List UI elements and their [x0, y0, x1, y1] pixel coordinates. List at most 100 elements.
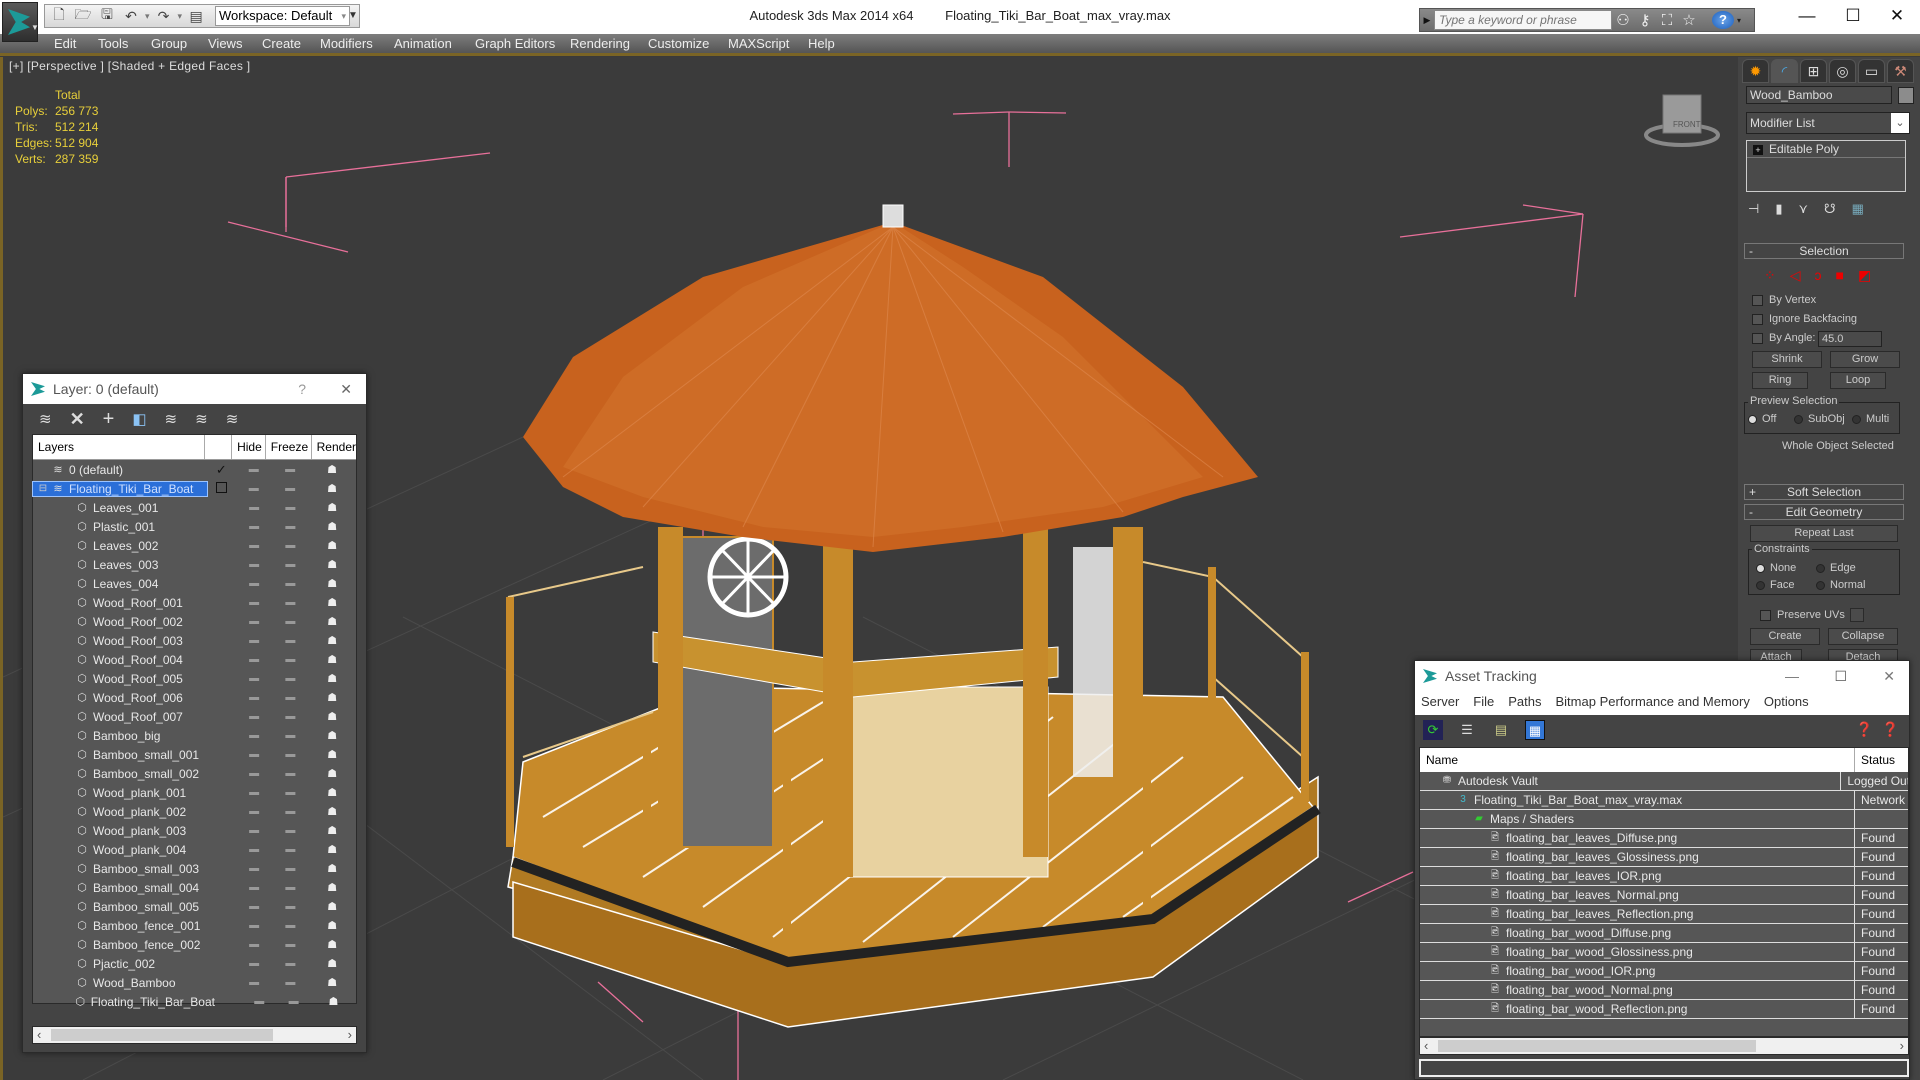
asset-row[interactable]: ▰ Maps / Shaders: [1420, 810, 1908, 829]
layer-name-cell[interactable]: ⬡ Wood_Roof_005: [33, 672, 208, 686]
hide-toggle[interactable]: ▬: [236, 787, 272, 798]
object-row[interactable]: ⬡ Bamboo_small_005 ▬ ▬ ☗: [33, 897, 356, 916]
layer-name-cell[interactable]: ⬡ Bamboo_small_003: [33, 862, 208, 876]
hide-toggle[interactable]: ▬: [236, 692, 272, 703]
layer-name-cell[interactable]: ⬡ Wood_Roof_003: [33, 634, 208, 648]
hierarchy-icon[interactable]: ⊞: [1800, 59, 1827, 83]
preserve-uvs-checkbox[interactable]: Preserve UVs: [1760, 609, 1845, 621]
object-row[interactable]: ⬡ Leaves_001 ▬ ▬ ☗: [33, 498, 356, 517]
constraint-none-radio[interactable]: None: [1756, 562, 1796, 574]
render-teapot-icon[interactable]: ☗: [308, 976, 356, 989]
project-folder-icon[interactable]: ▤: [186, 7, 206, 25]
object-row[interactable]: ⬡ Bamboo_small_001 ▬ ▬ ☗: [33, 745, 356, 764]
object-row[interactable]: ⬡ Bamboo_small_002 ▬ ▬ ☗: [33, 764, 356, 783]
tree-view-icon[interactable]: ▤: [1491, 720, 1511, 740]
layer-name-cell[interactable]: ⬡ Leaves_002: [33, 539, 208, 553]
freeze-toggle[interactable]: ▬: [272, 502, 308, 513]
menu-views[interactable]: Views: [208, 36, 242, 51]
render-teapot-icon[interactable]: ☗: [308, 919, 356, 932]
expand-search-icon[interactable]: ▶: [1420, 15, 1434, 26]
close-button[interactable]: ✕: [340, 374, 352, 404]
column-layers[interactable]: Layers: [33, 435, 206, 459]
column-freeze[interactable]: Freeze: [266, 435, 312, 459]
asset-row[interactable]: 🖻 floating_bar_leaves_Reflection.png Found: [1420, 905, 1908, 924]
render-teapot-icon[interactable]: ☗: [308, 558, 356, 571]
column-hide[interactable]: Hide: [232, 435, 266, 459]
menu-animation[interactable]: Animation: [394, 36, 452, 51]
help-button[interactable]: ?: [298, 374, 306, 404]
asset-name-cell[interactable]: 🖻 floating_bar_leaves_Reflection.png: [1420, 905, 1855, 923]
layer-name-cell[interactable]: ⬡ Leaves_004: [33, 577, 208, 591]
render-teapot-icon[interactable]: ☗: [308, 748, 356, 761]
asset-name-cell[interactable]: 🖻 floating_bar_wood_Diffuse.png: [1420, 924, 1855, 942]
by-angle-checkbox[interactable]: By Angle:: [1752, 332, 1815, 344]
freeze-toggle[interactable]: ▬: [272, 958, 308, 969]
object-row[interactable]: ⬡ Leaves_003 ▬ ▬ ☗: [33, 555, 356, 574]
render-teapot-icon[interactable]: ☗: [308, 615, 356, 628]
hide-toggle[interactable]: ▬: [236, 825, 272, 836]
freeze-toggle[interactable]: ▬: [272, 844, 308, 855]
asset-row[interactable]: 🖻 floating_bar_leaves_Diffuse.png Found: [1420, 829, 1908, 848]
collapse-button[interactable]: Collapse: [1828, 628, 1898, 645]
hide-toggle[interactable]: ▬: [236, 711, 272, 722]
freeze-toggle[interactable]: ▬: [272, 540, 308, 551]
layer-row[interactable]: ≋ 0 (default) ✓ ▬ ▬ ☗: [33, 460, 356, 479]
scroll-right-icon[interactable]: ›: [348, 1027, 352, 1043]
minimize-button[interactable]: —: [1784, 2, 1830, 30]
render-teapot-icon[interactable]: ☗: [308, 862, 356, 875]
layer-name-cell[interactable]: ⬡ Wood_Roof_006: [33, 691, 208, 705]
asset-row[interactable]: 🖻 floating_bar_wood_IOR.png Found: [1420, 962, 1908, 981]
menu-maxscript[interactable]: MAXScript: [728, 36, 789, 51]
new-layer-icon[interactable]: ≋: [39, 410, 52, 428]
render-teapot-icon[interactable]: ☗: [308, 634, 356, 647]
render-teapot-icon[interactable]: ☗: [308, 710, 356, 723]
hide-toggle[interactable]: ▬: [236, 977, 272, 988]
hide-toggle[interactable]: ▬: [236, 597, 272, 608]
selection-rollout-header[interactable]: - Selection: [1744, 243, 1904, 259]
menu-modifiers[interactable]: Modifiers: [320, 36, 373, 51]
viewcube[interactable]: FRONT: [1644, 94, 1720, 147]
create-icon[interactable]: ✹: [1742, 59, 1769, 83]
list-view-icon[interactable]: ☰: [1457, 720, 1477, 740]
asset-name-cell[interactable]: ⛃ Autodesk Vault: [1420, 772, 1842, 790]
render-teapot-icon[interactable]: ☗: [308, 520, 356, 533]
render-teapot-icon[interactable]: ☗: [308, 843, 356, 856]
render-teapot-icon[interactable]: ☗: [308, 729, 356, 742]
hide-toggle[interactable]: ▬: [236, 749, 272, 760]
modify-icon[interactable]: ◜: [1771, 59, 1798, 83]
polygon-icon[interactable]: ■: [1836, 267, 1844, 284]
render-teapot-icon[interactable]: ☗: [308, 691, 356, 704]
ignore-backfacing-checkbox[interactable]: Ignore Backfacing: [1752, 313, 1857, 325]
freeze-toggle[interactable]: ▬: [272, 521, 308, 532]
render-teapot-icon[interactable]: ☗: [311, 995, 356, 1008]
constraint-face-radio[interactable]: Face: [1756, 579, 1794, 591]
freeze-toggle[interactable]: ▬: [272, 673, 308, 684]
asset-row[interactable]: 🖻 floating_bar_wood_Normal.png Found: [1420, 981, 1908, 1000]
scroll-left-icon[interactable]: ‹: [37, 1027, 41, 1043]
freeze-toggle[interactable]: ▬: [272, 559, 308, 570]
preview-multi-radio[interactable]: Multi: [1852, 413, 1889, 425]
preview-subobj-radio[interactable]: SubObj: [1794, 413, 1845, 425]
render-teapot-icon[interactable]: ☗: [308, 824, 356, 837]
hide-toggle[interactable]: ▬: [236, 901, 272, 912]
object-row[interactable]: ⬡ Wood_Roof_001 ▬ ▬ ☗: [33, 593, 356, 612]
freeze-toggle[interactable]: ▬: [272, 635, 308, 646]
expand-icon[interactable]: +: [1753, 145, 1763, 155]
render-teapot-icon[interactable]: ☗: [308, 463, 356, 476]
layer-name-cell[interactable]: ⬡ Wood_Roof_001: [33, 596, 208, 610]
asset-row[interactable]: 🖻 floating_bar_leaves_Glossiness.png Found: [1420, 848, 1908, 867]
render-teapot-icon[interactable]: ☗: [308, 786, 356, 799]
layer-name-cell[interactable]: ⬡ Bamboo_small_001: [33, 748, 208, 762]
shrink-button[interactable]: Shrink: [1752, 351, 1822, 368]
vault-help-icon[interactable]: ❓: [1856, 721, 1873, 738]
asset-row[interactable]: 🖻 floating_bar_leaves_IOR.png Found: [1420, 867, 1908, 886]
object-row[interactable]: ⬡ Wood_Roof_005 ▬ ▬ ☗: [33, 669, 356, 688]
layer-name-cell[interactable]: ⬡ Wood_Bamboo: [33, 976, 208, 990]
asset-row[interactable]: 🖻 floating_bar_leaves_Normal.png Found: [1420, 886, 1908, 905]
layer-row[interactable]: ⊟ ≋ Floating_Tiki_Bar_Boat ▬ ▬ ☗: [32, 479, 356, 498]
add-to-layer-icon[interactable]: +: [103, 408, 115, 431]
open-file-icon[interactable]: 🗁: [73, 6, 93, 25]
by-vertex-checkbox[interactable]: By Vertex: [1752, 294, 1816, 306]
expand-toggle-icon[interactable]: ⊟: [35, 483, 51, 494]
column-render[interactable]: Render: [312, 435, 356, 459]
